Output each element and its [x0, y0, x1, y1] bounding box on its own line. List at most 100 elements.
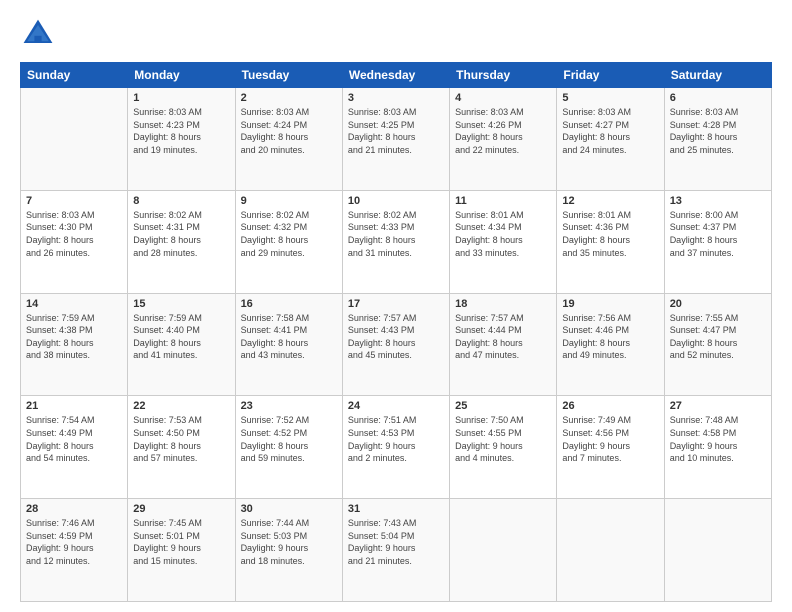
day-info: Sunrise: 7:57 AM Sunset: 4:43 PM Dayligh…	[348, 312, 444, 362]
day-info: Sunrise: 7:48 AM Sunset: 4:58 PM Dayligh…	[670, 414, 766, 464]
calendar-cell: 9Sunrise: 8:02 AM Sunset: 4:32 PM Daylig…	[235, 190, 342, 293]
calendar-cell: 10Sunrise: 8:02 AM Sunset: 4:33 PM Dayli…	[342, 190, 449, 293]
calendar-cell: 14 Sunrise: 7:59 AM Sunset: 4:38 PM Dayli…	[21, 293, 128, 396]
day-number: 16	[241, 298, 337, 310]
calendar-cell: 6 Sunrise: 8:03 AM Sunset: 4:28 PM Daylig…	[664, 88, 771, 191]
calendar-cell: 12Sunrise: 8:01 AM Sunset: 4:36 PM Dayli…	[557, 190, 664, 293]
calendar-cell: 3 Sunrise: 8:03 AM Sunset: 4:25 PM Daylig…	[342, 88, 449, 191]
calendar-cell: 11 Sunrise: 8:01 AM Sunset: 4:34 PM Dayli…	[450, 190, 557, 293]
calendar-cell	[21, 88, 128, 191]
day-info: Sunrise: 8:01 AM Sunset: 4:34 PM Dayligh…	[455, 209, 551, 259]
day-number: 28	[26, 503, 122, 515]
day-number: 25	[455, 400, 551, 412]
day-number: 12	[562, 195, 658, 207]
weekday-row: SundayMondayTuesdayWednesdayThursdayFrid…	[21, 63, 772, 88]
day-number: 7	[26, 195, 122, 207]
logo-icon	[20, 16, 56, 52]
day-number: 8	[133, 195, 229, 207]
calendar-cell: 7 Sunrise: 8:03 AM Sunset: 4:30 PM Daylig…	[21, 190, 128, 293]
day-number: 17	[348, 298, 444, 310]
day-info: Sunrise: 7:45 AM Sunset: 5:01 PM Dayligh…	[133, 517, 229, 567]
day-number: 24	[348, 400, 444, 412]
calendar-cell: 21Sunrise: 7:54 AM Sunset: 4:49 PM Dayli…	[21, 396, 128, 499]
day-info: Sunrise: 8:02 AM Sunset: 4:33 PM Dayligh…	[348, 209, 444, 259]
day-number: 19	[562, 298, 658, 310]
calendar-body: 1 Sunrise: 8:03 AM Sunset: 4:23 PM Daylig…	[21, 88, 772, 602]
calendar-cell: 20 Sunrise: 7:55 AM Sunset: 4:47 PM Dayli…	[664, 293, 771, 396]
weekday-header: Thursday	[450, 63, 557, 88]
day-info: Sunrise: 8:02 AM Sunset: 4:32 PM Dayligh…	[241, 209, 337, 259]
day-info: Sunrise: 7:52 AM Sunset: 4:52 PM Dayligh…	[241, 414, 337, 464]
day-info: Sunrise: 7:51 AM Sunset: 4:53 PM Dayligh…	[348, 414, 444, 464]
day-number: 20	[670, 298, 766, 310]
calendar-week-row: 7 Sunrise: 8:03 AM Sunset: 4:30 PM Daylig…	[21, 190, 772, 293]
calendar-cell: 17 Sunrise: 7:57 AM Sunset: 4:43 PM Dayli…	[342, 293, 449, 396]
calendar-cell: 31 Sunrise: 7:43 AM Sunset: 5:04 PM Dayli…	[342, 499, 449, 602]
day-info: Sunrise: 8:00 AM Sunset: 4:37 PM Dayligh…	[670, 209, 766, 259]
calendar-week-row: 28 Sunrise: 7:46 AM Sunset: 4:59 PM Dayli…	[21, 499, 772, 602]
day-info: Sunrise: 8:03 AM Sunset: 4:28 PM Dayligh…	[670, 106, 766, 156]
day-info: Sunrise: 7:59 AM Sunset: 4:40 PM Dayligh…	[133, 312, 229, 362]
calendar-cell: 26 Sunrise: 7:49 AM Sunset: 4:56 PM Dayli…	[557, 396, 664, 499]
calendar-cell: 5 Sunrise: 8:03 AM Sunset: 4:27 PM Daylig…	[557, 88, 664, 191]
day-number: 14	[26, 298, 122, 310]
day-number: 5	[562, 92, 658, 104]
calendar-week-row: 14 Sunrise: 7:59 AM Sunset: 4:38 PM Dayli…	[21, 293, 772, 396]
day-number: 2	[241, 92, 337, 104]
calendar-cell: 27Sunrise: 7:48 AM Sunset: 4:58 PM Dayli…	[664, 396, 771, 499]
day-info: Sunrise: 7:46 AM Sunset: 4:59 PM Dayligh…	[26, 517, 122, 567]
day-info: Sunrise: 8:03 AM Sunset: 4:25 PM Dayligh…	[348, 106, 444, 156]
calendar-cell	[450, 499, 557, 602]
weekday-header: Monday	[128, 63, 235, 88]
day-number: 1	[133, 92, 229, 104]
calendar-cell: 1 Sunrise: 8:03 AM Sunset: 4:23 PM Daylig…	[128, 88, 235, 191]
day-info: Sunrise: 7:49 AM Sunset: 4:56 PM Dayligh…	[562, 414, 658, 464]
day-number: 13	[670, 195, 766, 207]
calendar-cell: 23Sunrise: 7:52 AM Sunset: 4:52 PM Dayli…	[235, 396, 342, 499]
day-info: Sunrise: 7:43 AM Sunset: 5:04 PM Dayligh…	[348, 517, 444, 567]
calendar-week-row: 21Sunrise: 7:54 AM Sunset: 4:49 PM Dayli…	[21, 396, 772, 499]
day-number: 4	[455, 92, 551, 104]
day-info: Sunrise: 7:55 AM Sunset: 4:47 PM Dayligh…	[670, 312, 766, 362]
calendar-cell	[664, 499, 771, 602]
calendar-cell: 15Sunrise: 7:59 AM Sunset: 4:40 PM Dayli…	[128, 293, 235, 396]
day-number: 18	[455, 298, 551, 310]
day-info: Sunrise: 7:57 AM Sunset: 4:44 PM Dayligh…	[455, 312, 551, 362]
weekday-header: Saturday	[664, 63, 771, 88]
weekday-header: Sunday	[21, 63, 128, 88]
calendar-cell: 22 Sunrise: 7:53 AM Sunset: 4:50 PM Dayli…	[128, 396, 235, 499]
weekday-header: Friday	[557, 63, 664, 88]
calendar-table: SundayMondayTuesdayWednesdayThursdayFrid…	[20, 62, 772, 602]
day-number: 29	[133, 503, 229, 515]
calendar-cell: 25 Sunrise: 7:50 AM Sunset: 4:55 PM Dayli…	[450, 396, 557, 499]
page: SundayMondayTuesdayWednesdayThursdayFrid…	[0, 0, 792, 612]
day-info: Sunrise: 8:03 AM Sunset: 4:24 PM Dayligh…	[241, 106, 337, 156]
logo	[20, 16, 62, 52]
calendar-cell: 16Sunrise: 7:58 AM Sunset: 4:41 PM Dayli…	[235, 293, 342, 396]
day-number: 31	[348, 503, 444, 515]
day-number: 26	[562, 400, 658, 412]
header	[20, 16, 772, 52]
calendar-cell: 13 Sunrise: 8:00 AM Sunset: 4:37 PM Dayli…	[664, 190, 771, 293]
day-info: Sunrise: 7:50 AM Sunset: 4:55 PM Dayligh…	[455, 414, 551, 464]
day-info: Sunrise: 8:03 AM Sunset: 4:23 PM Dayligh…	[133, 106, 229, 156]
weekday-header: Wednesday	[342, 63, 449, 88]
day-number: 22	[133, 400, 229, 412]
day-info: Sunrise: 8:03 AM Sunset: 4:26 PM Dayligh…	[455, 106, 551, 156]
calendar-cell: 19 Sunrise: 7:56 AM Sunset: 4:46 PM Dayli…	[557, 293, 664, 396]
day-number: 6	[670, 92, 766, 104]
calendar-cell: 24 Sunrise: 7:51 AM Sunset: 4:53 PM Dayli…	[342, 396, 449, 499]
day-info: Sunrise: 7:53 AM Sunset: 4:50 PM Dayligh…	[133, 414, 229, 464]
day-info: Sunrise: 7:54 AM Sunset: 4:49 PM Dayligh…	[26, 414, 122, 464]
calendar-cell: 29 Sunrise: 7:45 AM Sunset: 5:01 PM Dayli…	[128, 499, 235, 602]
day-info: Sunrise: 7:44 AM Sunset: 5:03 PM Dayligh…	[241, 517, 337, 567]
calendar-cell: 4 Sunrise: 8:03 AM Sunset: 4:26 PM Daylig…	[450, 88, 557, 191]
day-number: 11	[455, 195, 551, 207]
calendar-cell: 8Sunrise: 8:02 AM Sunset: 4:31 PM Daylig…	[128, 190, 235, 293]
day-info: Sunrise: 7:59 AM Sunset: 4:38 PM Dayligh…	[26, 312, 122, 362]
day-number: 3	[348, 92, 444, 104]
calendar-header: SundayMondayTuesdayWednesdayThursdayFrid…	[21, 63, 772, 88]
day-info: Sunrise: 8:03 AM Sunset: 4:30 PM Dayligh…	[26, 209, 122, 259]
day-info: Sunrise: 7:56 AM Sunset: 4:46 PM Dayligh…	[562, 312, 658, 362]
day-info: Sunrise: 8:03 AM Sunset: 4:27 PM Dayligh…	[562, 106, 658, 156]
